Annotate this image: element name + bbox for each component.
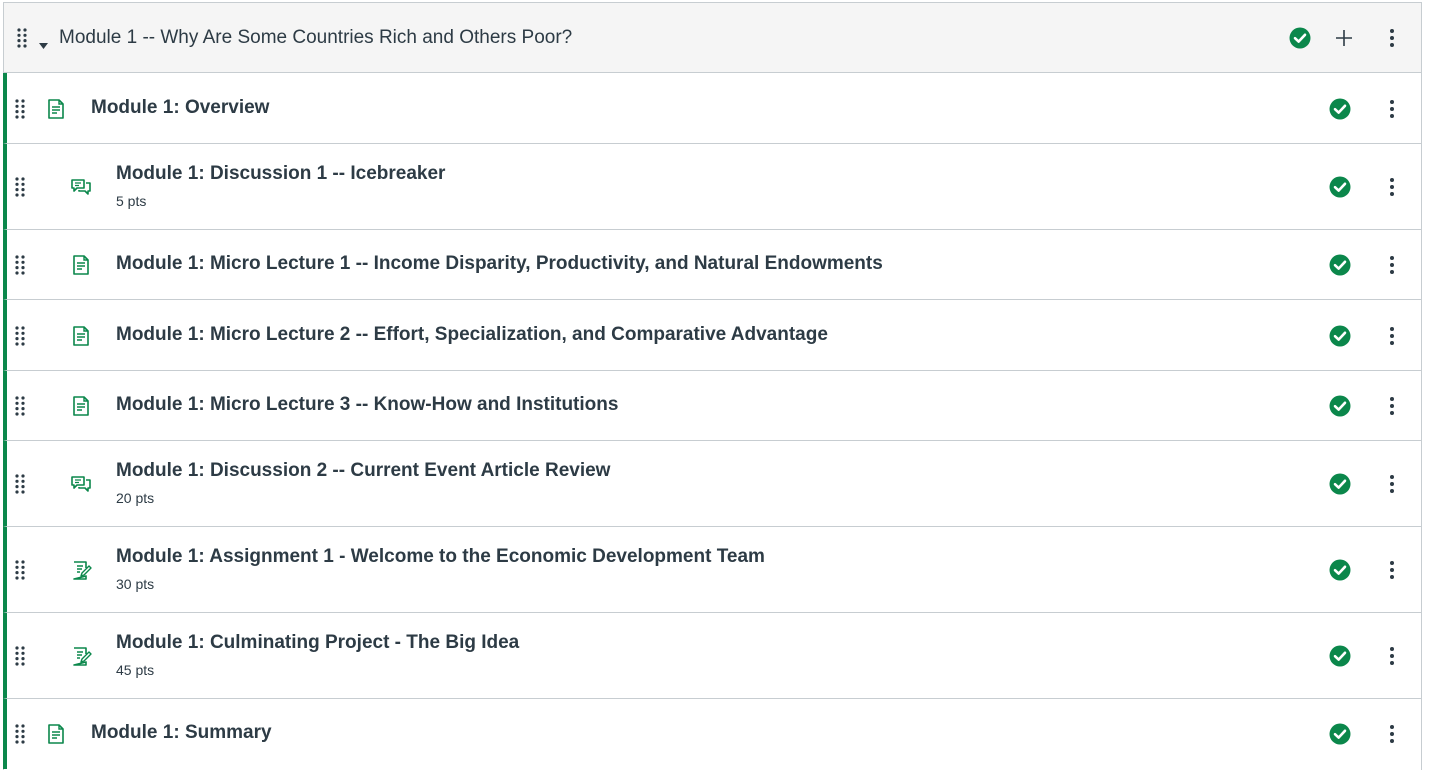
module-item-title[interactable]: Module 1: Overview xyxy=(91,97,269,119)
module-title[interactable]: Module 1 -- Why Are Some Countries Rich … xyxy=(59,27,572,49)
drag-handle-icon[interactable] xyxy=(15,99,25,119)
item-menu-kebab-icon[interactable] xyxy=(1388,646,1396,666)
module-item-title[interactable]: Module 1: Micro Lecture 3 -- Know-How an… xyxy=(116,394,618,416)
module-header[interactable]: Module 1 -- Why Are Some Countries Rich … xyxy=(4,3,1421,73)
item-menu-kebab-icon[interactable] xyxy=(1388,396,1396,416)
discussion-icon xyxy=(70,473,92,495)
discussion-icon xyxy=(70,176,92,198)
module-item-points: 30 pts xyxy=(116,576,155,592)
drag-handle-icon[interactable] xyxy=(15,255,25,275)
module-item-row[interactable]: Module 1: Overview xyxy=(3,73,1421,144)
module-item-row[interactable]: Module 1: Assignment 1 - Welcome to the … xyxy=(3,527,1421,613)
page-icon xyxy=(45,98,67,120)
drag-handle-icon[interactable] xyxy=(15,646,25,666)
item-menu-kebab-icon[interactable] xyxy=(1388,255,1396,275)
drag-handle-icon[interactable] xyxy=(15,474,25,494)
page-icon xyxy=(70,325,92,347)
module-item-row[interactable]: Module 1: Micro Lecture 1 -- Income Disp… xyxy=(3,230,1421,300)
module-item-title[interactable]: Module 1: Assignment 1 - Welcome to the … xyxy=(116,546,765,568)
module-item-points: 20 pts xyxy=(116,490,155,506)
module-item-row[interactable]: Module 1: Micro Lecture 2 -- Effort, Spe… xyxy=(3,300,1421,371)
drag-handle-icon[interactable] xyxy=(15,396,25,416)
published-check-icon[interactable] xyxy=(1329,559,1351,581)
published-check-icon[interactable] xyxy=(1329,395,1351,417)
module-item-row[interactable]: Module 1: Discussion 1 -- Icebreaker 5 pt… xyxy=(3,144,1421,230)
add-item-plus-icon[interactable] xyxy=(1334,28,1354,48)
module-item-title[interactable]: Module 1: Discussion 1 -- Icebreaker xyxy=(116,163,445,185)
published-check-icon[interactable] xyxy=(1329,723,1351,745)
published-check-icon[interactable] xyxy=(1329,325,1351,347)
module-item-points: 45 pts xyxy=(116,662,155,678)
drag-handle-icon[interactable] xyxy=(15,724,25,744)
module-item-row[interactable]: Module 1: Micro Lecture 3 -- Know-How an… xyxy=(3,371,1421,441)
published-check-icon[interactable] xyxy=(1329,98,1351,120)
module-item-points: 5 pts xyxy=(116,193,147,209)
module-item-row[interactable]: Module 1: Discussion 2 -- Current Event … xyxy=(3,441,1421,527)
page-icon xyxy=(70,395,92,417)
published-check-icon[interactable] xyxy=(1329,473,1351,495)
module-item-title[interactable]: Module 1: Summary xyxy=(91,722,272,744)
drag-handle-icon[interactable] xyxy=(17,28,27,48)
collapse-caret-icon[interactable] xyxy=(39,36,48,54)
item-menu-kebab-icon[interactable] xyxy=(1388,724,1396,744)
drag-handle-icon[interactable] xyxy=(15,177,25,197)
module-item-title[interactable]: Module 1: Micro Lecture 2 -- Effort, Spe… xyxy=(116,324,828,346)
module-item-title[interactable]: Module 1: Micro Lecture 1 -- Income Disp… xyxy=(116,253,883,275)
page-icon xyxy=(70,254,92,276)
module-item-title[interactable]: Module 1: Discussion 2 -- Current Event … xyxy=(116,460,610,482)
item-menu-kebab-icon[interactable] xyxy=(1388,474,1396,494)
module-items-list: Module 1: Overview Module 1: Discussion 1… xyxy=(3,73,1421,769)
published-check-icon[interactable] xyxy=(1329,645,1351,667)
page-icon xyxy=(45,723,67,745)
published-check-icon[interactable] xyxy=(1289,27,1311,49)
module-container: Module 1 -- Why Are Some Countries Rich … xyxy=(3,2,1422,770)
item-menu-kebab-icon[interactable] xyxy=(1388,560,1396,580)
drag-handle-icon[interactable] xyxy=(15,326,25,346)
drag-handle-icon[interactable] xyxy=(15,560,25,580)
published-check-icon[interactable] xyxy=(1329,176,1351,198)
item-menu-kebab-icon[interactable] xyxy=(1388,99,1396,119)
module-item-row[interactable]: Module 1: Summary xyxy=(3,699,1421,769)
assignment-icon xyxy=(70,645,92,667)
module-item-title[interactable]: Module 1: Culminating Project - The Big … xyxy=(116,632,519,654)
assignment-icon xyxy=(70,559,92,581)
published-check-icon[interactable] xyxy=(1329,254,1351,276)
module-item-row[interactable]: Module 1: Culminating Project - The Big … xyxy=(3,613,1421,699)
item-menu-kebab-icon[interactable] xyxy=(1388,177,1396,197)
module-menu-kebab-icon[interactable] xyxy=(1388,28,1396,48)
item-menu-kebab-icon[interactable] xyxy=(1388,326,1396,346)
